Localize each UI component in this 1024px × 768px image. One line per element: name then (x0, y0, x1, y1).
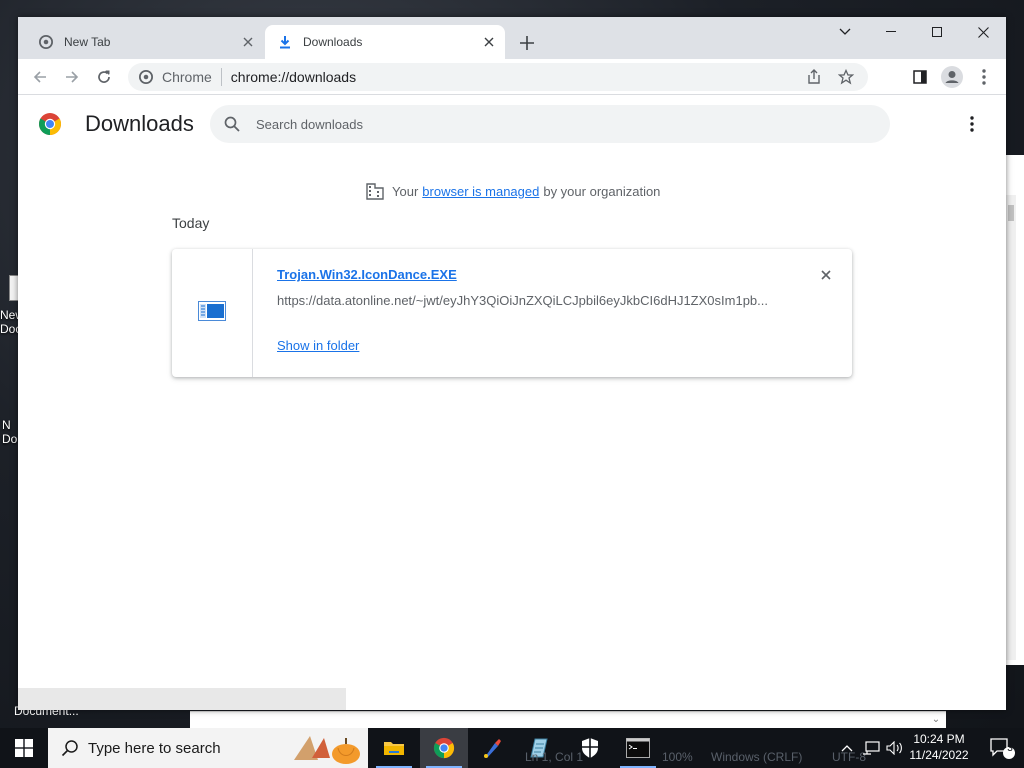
address-bar[interactable]: Chrome chrome://downloads (128, 63, 868, 91)
tab-downloads[interactable]: Downloads (265, 25, 505, 59)
back-button[interactable] (26, 63, 54, 91)
minimize-button[interactable] (868, 17, 914, 47)
chrome-taskbar-button[interactable] (420, 728, 468, 768)
network-icon[interactable] (860, 728, 882, 768)
download-item-card: Trojan.Win32.IconDance.EXE https://data.… (172, 249, 852, 377)
downloads-header: Downloads (18, 96, 1006, 152)
chevron-up-icon[interactable] (838, 728, 856, 768)
omnibox-chip: Chrome (162, 69, 212, 85)
shield-icon (582, 738, 598, 758)
background-window-scrollbar[interactable] (1006, 195, 1016, 660)
omnibox-divider (220, 68, 222, 86)
tab-strip: New Tab Downloads (18, 17, 1006, 59)
bookmark-star-icon[interactable] (830, 65, 862, 89)
terminal-icon (626, 738, 650, 758)
chrome-icon (433, 737, 455, 759)
taskbar-search-box[interactable]: Type here to search (48, 728, 368, 768)
managed-text-suffix: by your organization (543, 183, 661, 199)
close-icon[interactable] (240, 34, 256, 50)
kebab-menu-icon[interactable] (970, 63, 998, 91)
window-close-button[interactable] (960, 17, 1006, 47)
show-in-folder-link[interactable]: Show in folder (277, 338, 359, 353)
command-prompt-taskbar-button[interactable] (614, 728, 662, 768)
kebab-menu-icon[interactable] (958, 110, 986, 138)
search-highlight-pumpkin-icon (290, 730, 364, 766)
notepad-window-strip (190, 711, 946, 728)
search-downloads-box[interactable] (210, 105, 890, 143)
search-downloads-input[interactable] (256, 116, 856, 132)
download-icon (277, 34, 293, 50)
managed-notice: Your browser is managed by your organiza… (366, 182, 660, 200)
clock-time: 10:24 PM (913, 732, 965, 746)
windows-taskbar: Type here to search Ln 1, Col 1 100% Win… (0, 728, 1024, 768)
omnibox-actions (798, 65, 862, 89)
browser-toolbar: Chrome chrome://downloads (18, 59, 1006, 95)
search-icon (222, 114, 242, 134)
folder-icon (384, 742, 404, 755)
browser-managed-link[interactable]: browser is managed (422, 184, 539, 199)
windows-logo-icon (15, 739, 33, 757)
notepad-status-position: Ln 1, Col 1 (525, 750, 584, 764)
volume-icon[interactable] (884, 728, 906, 768)
tab-title: New Tab (64, 35, 111, 49)
chrome-window: New Tab Downloads Chrome chrome://downlo… (18, 17, 1006, 710)
notification-center-button[interactable]: 3 (980, 728, 1024, 768)
maximize-button[interactable] (914, 17, 960, 47)
page-title: Downloads (85, 111, 194, 136)
new-tab-button[interactable] (515, 31, 539, 55)
horizontal-scrollbar[interactable] (18, 688, 346, 710)
paintbrush-icon (484, 739, 501, 758)
notification-count-badge: 3 (1007, 743, 1013, 754)
start-button[interactable] (0, 728, 48, 768)
reload-button[interactable] (90, 63, 118, 91)
downloads-page: Downloads Your browser is managed by you… (18, 96, 1006, 710)
url-text[interactable]: chrome://downloads (231, 69, 356, 85)
date-group-header: Today (172, 215, 210, 231)
managed-text-prefix: Your (392, 183, 419, 199)
desktop-icon-label: N Do (2, 418, 18, 446)
tab-new-tab[interactable]: New Tab (26, 25, 264, 59)
notepad-status-eol: Windows (CRLF) (711, 750, 803, 764)
profile-avatar-icon[interactable] (938, 63, 966, 91)
side-panel-icon[interactable] (906, 63, 934, 91)
paint-app-taskbar-button[interactable] (468, 728, 516, 768)
chrome-icon (38, 34, 54, 50)
system-clock[interactable]: 10:24 PM 11/24/2022 (906, 731, 972, 763)
chrome-logo-icon (38, 112, 62, 136)
file-type-icon (198, 300, 226, 326)
building-icon (366, 182, 384, 200)
taskbar-search-text: Type here to search (88, 739, 221, 757)
notepad-status-zoom: 100% (662, 750, 693, 764)
forward-button[interactable] (58, 63, 86, 91)
close-icon[interactable] (816, 265, 836, 285)
tab-search-button[interactable] (822, 17, 868, 47)
file-explorer-taskbar-button[interactable] (370, 728, 418, 768)
close-icon[interactable] (481, 34, 497, 50)
download-file-name-link[interactable]: Trojan.Win32.IconDance.EXE (277, 267, 457, 282)
tab-title: Downloads (303, 35, 363, 49)
chevron-down-icon[interactable]: ⌄ (928, 712, 944, 727)
chrome-icon (138, 69, 154, 85)
clock-date: 11/24/2022 (909, 748, 969, 762)
search-icon (60, 738, 80, 758)
share-icon[interactable] (798, 65, 830, 89)
download-source-url[interactable]: https://data.atonline.net/~jwt/eyJhY3QiO… (277, 293, 777, 308)
file-icon-area (172, 249, 253, 377)
background-window-scroll-thumb[interactable] (1008, 205, 1014, 221)
